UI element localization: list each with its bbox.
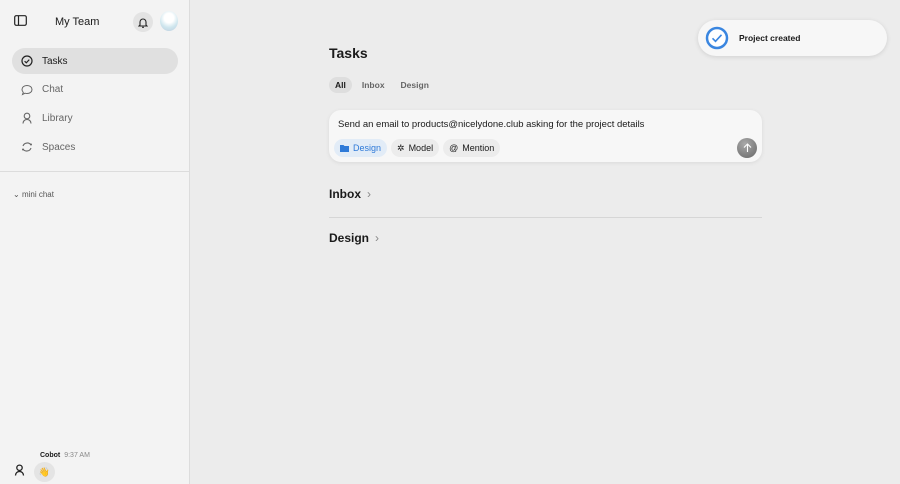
mention-chip[interactable]: @ Mention	[443, 139, 501, 157]
bell-icon[interactable]	[133, 12, 153, 32]
sidebar-header: My Team	[0, 10, 190, 34]
message-time: 9:37 AM	[64, 452, 90, 459]
sidebar-item-label: Spaces	[42, 141, 76, 153]
message-bubble: 👋	[34, 462, 55, 482]
chevron-right-icon: ›	[375, 231, 380, 245]
message-sender: Cobot	[40, 452, 61, 459]
sidebar-divider	[0, 171, 190, 172]
sidebar-item-chat[interactable]: Chat	[12, 77, 178, 103]
sidebar-item-label: Chat	[42, 84, 64, 96]
check-circle-icon	[705, 26, 729, 50]
sidebar-toggle-icon[interactable]	[14, 15, 27, 26]
sidebar-item-library[interactable]: Library	[12, 105, 178, 131]
sidebar-nav: Tasks Chat Library Spaces	[12, 48, 178, 163]
sidebar-item-spaces[interactable]: Spaces	[12, 134, 178, 160]
chat-message-header: Cobot 9:37 AM	[40, 452, 90, 459]
folder-icon	[340, 145, 349, 152]
avatar[interactable]	[160, 11, 178, 31]
person-icon	[22, 113, 32, 124]
tab-inbox[interactable]: Inbox	[356, 77, 391, 93]
section-title: Design	[329, 231, 370, 245]
user-icon[interactable]	[14, 464, 25, 476]
sidebar: My Team Tasks Chat Library Spaces ⌄ mini…	[0, 0, 190, 484]
section-inbox[interactable]: Inbox ›	[329, 187, 371, 201]
refresh-icon	[22, 142, 32, 152]
mini-chat-toggle[interactable]: ⌄ mini chat	[13, 190, 54, 199]
chevron-right-icon: ›	[367, 187, 371, 201]
chip-label: Design	[353, 143, 382, 153]
tab-design[interactable]: Design	[395, 77, 435, 93]
toast-notification: Project created	[698, 20, 887, 56]
team-name[interactable]: My Team	[55, 16, 99, 28]
design-chip[interactable]: Design	[334, 139, 388, 157]
arrow-up-icon	[743, 143, 751, 152]
page-title: Tasks	[329, 45, 368, 61]
chip-label: Mention	[462, 143, 495, 153]
chip-label: Model	[408, 143, 434, 153]
sidebar-item-label: Library	[42, 112, 73, 124]
tab-all[interactable]: All	[329, 77, 352, 93]
section-title: Inbox	[329, 187, 361, 201]
chat-bubble-icon	[21, 84, 33, 96]
sidebar-item-label: Tasks	[42, 55, 68, 67]
filter-tabs: All Inbox Design	[329, 77, 435, 93]
task-composer: Send an email to products@nicelydone.clu…	[329, 110, 762, 162]
section-divider	[329, 217, 762, 218]
check-circle-icon	[21, 55, 33, 67]
section-design[interactable]: Design ›	[329, 231, 379, 245]
sparkle-icon: ✲	[397, 142, 405, 153]
mini-chat-label: mini chat	[21, 190, 54, 199]
chevron-down-icon: ⌄	[13, 190, 22, 199]
model-chip[interactable]: ✲ Model	[391, 139, 440, 157]
send-button[interactable]	[737, 138, 757, 158]
at-icon: @	[449, 143, 459, 153]
toast-text: Project created	[739, 33, 801, 43]
sidebar-item-tasks[interactable]: Tasks	[12, 48, 178, 74]
task-input[interactable]: Send an email to products@nicelydone.clu…	[338, 119, 644, 130]
